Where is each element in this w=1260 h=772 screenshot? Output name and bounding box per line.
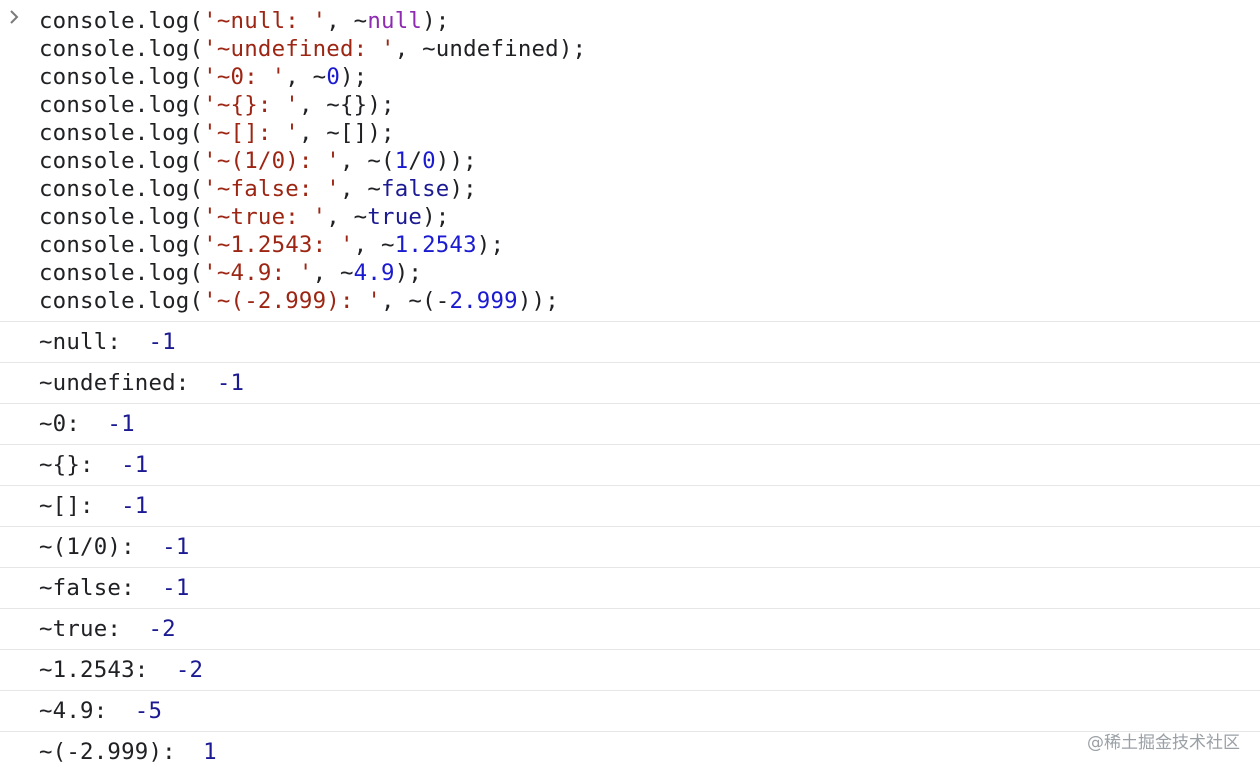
- log-value: -1: [216, 370, 245, 396]
- code-token: , ~undefined);: [394, 36, 587, 62]
- code-token: );: [394, 260, 423, 286]
- log-label: ~undefined:: [39, 370, 204, 396]
- log-value: -1: [162, 575, 190, 601]
- log-label: ~4.9:: [39, 698, 122, 724]
- log-value: -1: [148, 329, 176, 355]
- log-label: ~true:: [39, 616, 135, 642]
- code-token: ));: [517, 288, 559, 314]
- code-token: console.log(: [39, 204, 204, 230]
- code-token: 1.2543: [394, 232, 477, 258]
- code-token: , ~: [326, 204, 368, 230]
- log-row: ~null: -1: [0, 322, 1260, 363]
- code-token: , ~: [339, 176, 382, 202]
- code-token: console.log(: [39, 8, 204, 34]
- code-line: console.log('~(1/0): ', ~(1/0));: [39, 147, 477, 175]
- code-token: console.log(: [39, 148, 204, 174]
- log-value: -1: [121, 493, 149, 519]
- code-token: , ~: [285, 64, 327, 90]
- code-token: console.log(: [39, 176, 204, 202]
- log-row: ~0: -1: [0, 404, 1260, 445]
- code-token: , ~: [312, 260, 354, 286]
- log-label: ~{}:: [39, 452, 108, 478]
- log-row: ~[]: -1: [0, 486, 1260, 527]
- code-token: true: [367, 204, 423, 230]
- code-token: , ~[]);: [298, 120, 395, 146]
- code-token: 0: [326, 64, 340, 90]
- log-label: ~[]:: [39, 493, 108, 519]
- log-row: ~(1/0): -1: [0, 527, 1260, 568]
- code-token: console.log(: [39, 260, 204, 286]
- code-token: , ~(: [339, 148, 395, 174]
- log-row: ~(-2.999): 1: [0, 732, 1260, 772]
- code-token: );: [422, 8, 450, 34]
- code-line: console.log('~true: ', ~true);: [39, 203, 449, 231]
- code-token: , ~: [326, 8, 368, 34]
- code-token: false: [381, 176, 450, 202]
- log-label: ~(-2.999):: [39, 739, 190, 765]
- code-token: , ~(-: [381, 288, 450, 314]
- log-row: ~true: -2: [0, 609, 1260, 650]
- code-token: console.log(: [39, 232, 204, 258]
- code-token: 4.9: [353, 260, 395, 286]
- log-value: 1: [203, 739, 217, 765]
- log-value: -1: [121, 452, 149, 478]
- log-label: ~1.2543:: [39, 657, 163, 683]
- log-value: -1: [162, 534, 190, 560]
- code-token: console.log(: [39, 120, 204, 146]
- log-value: -2: [148, 616, 176, 642]
- log-value: -5: [134, 698, 163, 724]
- log-label: ~(1/0):: [39, 534, 149, 560]
- code-token: '~false: ': [203, 176, 340, 202]
- code-token: console.log(: [39, 288, 204, 314]
- code-token: '~undefined: ': [203, 36, 395, 62]
- chevron-right-icon: [8, 6, 24, 30]
- code-line: console.log('~0: ', ~0);: [39, 63, 367, 91]
- log-row: ~{}: -1: [0, 445, 1260, 486]
- code-token: , ~: [353, 232, 395, 258]
- code-line: console.log('~{}: ', ~{});: [39, 91, 395, 119]
- code-token: 0: [422, 148, 436, 174]
- code-token: '~[]: ': [203, 120, 299, 146]
- code-token: ));: [435, 148, 477, 174]
- code-token: console.log(: [39, 36, 204, 62]
- code-token: '~null: ': [203, 8, 327, 34]
- code-token: '~0: ': [203, 64, 286, 90]
- code-line: console.log('~(-2.999): ', ~(-2.999));: [39, 287, 559, 315]
- code-token: );: [449, 176, 477, 202]
- code-line: console.log('~4.9: ', ~4.9);: [39, 259, 422, 287]
- code-token: /: [408, 148, 423, 174]
- code-line: console.log('~[]: ', ~[]);: [39, 119, 395, 147]
- code-token: '~(-2.999): ': [203, 288, 382, 314]
- code-token: '~(1/0): ': [203, 148, 340, 174]
- code-line: console.log('~undefined: ', ~undefined);: [39, 35, 586, 63]
- code-token: );: [340, 64, 368, 90]
- code-line: console.log('~null: ', ~null);: [39, 7, 449, 35]
- log-value: -2: [175, 657, 204, 683]
- code-token: );: [422, 204, 450, 230]
- code-token: '~true: ': [203, 204, 327, 230]
- code-token: 2.999: [449, 288, 518, 314]
- log-label: ~0:: [39, 411, 94, 437]
- code-token: console.log(: [39, 92, 204, 118]
- log-row: ~1.2543: -2: [0, 650, 1260, 691]
- console-input-block[interactable]: console.log('~null: ', ~null); console.l…: [0, 0, 1260, 322]
- code-token: 1: [394, 148, 409, 174]
- log-label: ~null:: [39, 329, 135, 355]
- code-token: );: [476, 232, 505, 258]
- code-line: console.log('~1.2543: ', ~1.2543);: [39, 231, 504, 259]
- code-token: '~1.2543: ': [203, 232, 354, 258]
- log-row: ~false: -1: [0, 568, 1260, 609]
- code-token: '~4.9: ': [203, 260, 313, 286]
- log-row: ~undefined: -1: [0, 363, 1260, 404]
- watermark: @稀土掘金技术社区: [1087, 733, 1240, 753]
- code-token: '~{}: ': [203, 92, 299, 118]
- code-token: console.log(: [39, 64, 204, 90]
- log-label: ~false:: [39, 575, 149, 601]
- log-row: ~4.9: -5: [0, 691, 1260, 732]
- log-value: -1: [107, 411, 135, 437]
- code-token: null: [367, 8, 423, 34]
- code-token: , ~{});: [298, 92, 395, 118]
- code-line: console.log('~false: ', ~false);: [39, 175, 477, 203]
